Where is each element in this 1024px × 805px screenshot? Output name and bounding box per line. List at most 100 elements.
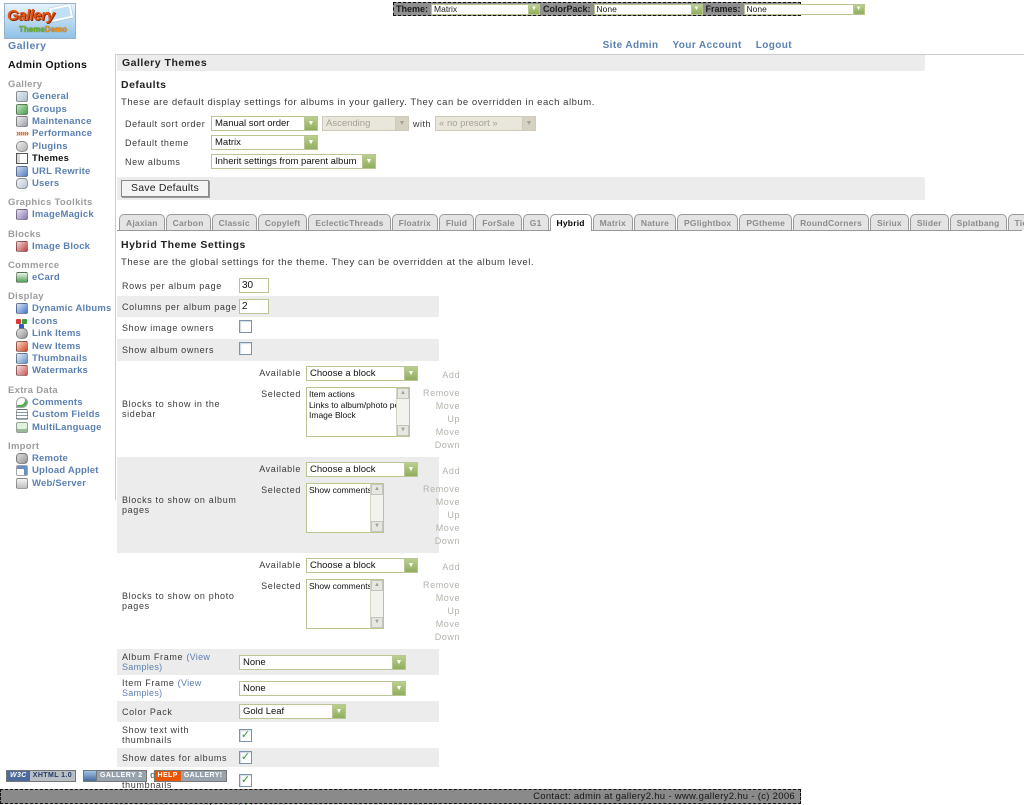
show-dates-for-albums-checkbox[interactable]: ✓ — [239, 751, 252, 764]
listbox-item[interactable]: Links to album/photo peers — [309, 400, 396, 411]
tab-copyleft[interactable]: Copyleft — [258, 214, 308, 230]
chevron-down-icon: ▼ — [404, 463, 417, 476]
scrollbar[interactable]: ▲▼ — [370, 580, 383, 628]
breadcrumb[interactable]: Gallery — [8, 40, 46, 52]
default-sort-order-select[interactable]: Manual sort order▼ — [211, 116, 318, 131]
tab-splatbang[interactable]: Splatbang — [950, 214, 1007, 230]
setting-control: Gold Leaf▼ — [239, 704, 439, 719]
listbox-item[interactable]: Show comments — [309, 581, 370, 592]
your-account-link[interactable]: Your Account — [672, 40, 741, 51]
sidebar-item-watermarks[interactable]: Watermarks — [16, 365, 115, 376]
sidebar-item-icons[interactable]: Icons — [16, 316, 115, 327]
scroll-up-icon[interactable]: ▲ — [371, 580, 383, 591]
tab-tien[interactable]: Tien — [1008, 214, 1024, 230]
tab-siriux[interactable]: Siriux — [870, 214, 909, 230]
tab-hybrid[interactable]: Hybrid — [550, 214, 592, 231]
gallery2-badge[interactable]: GALLERY 2 — [83, 770, 147, 782]
scrollbar[interactable]: ▲▼ — [370, 484, 383, 532]
show-image-owners-checkbox[interactable] — [239, 320, 252, 333]
new-albums-select[interactable]: Inherit settings from parent album▼ — [211, 154, 376, 169]
sidebar-item-url-rewrite[interactable]: URL Rewrite — [16, 165, 115, 176]
colorpack-select-label: ColorPack: — [543, 4, 591, 14]
scroll-down-icon[interactable]: ▼ — [371, 521, 383, 532]
theme-select[interactable]: Matrix ▼ — [431, 4, 540, 15]
web-server-icon — [16, 478, 28, 489]
scroll-down-icon[interactable]: ▼ — [371, 617, 383, 628]
sidebar-item-thumbnails[interactable]: Thumbnails — [16, 353, 115, 364]
choose-a-block-select[interactable]: Choose a block▼ — [306, 462, 418, 477]
selected-blocks-list[interactable]: Item actionsLinks to album/photo peersIm… — [306, 387, 410, 437]
tab-eclecticthreads[interactable]: EclecticThreads — [308, 214, 390, 230]
choose-a-block-select[interactable]: Choose a block▼ — [306, 366, 418, 381]
choose-a-block-select[interactable]: Choose a block▼ — [306, 558, 418, 573]
tab-pglightbox[interactable]: PGlightbox — [677, 214, 738, 230]
sidebar-item-plugins[interactable]: Plugins — [16, 141, 115, 152]
listbox-item[interactable]: Image Block — [309, 410, 396, 421]
sidebar-item-remote[interactable]: Remote — [16, 453, 115, 464]
default-theme-select[interactable]: Matrix▼ — [211, 135, 318, 150]
tab-classic[interactable]: Classic — [212, 214, 257, 230]
sidebar-item-new-items[interactable]: New Items — [16, 340, 115, 351]
custom-fields-icon — [16, 409, 28, 420]
listbox-item[interactable]: Show comments — [309, 485, 370, 496]
save-defaults-button[interactable]: Save Defaults — [121, 180, 209, 197]
scroll-up-icon[interactable]: ▲ — [397, 388, 409, 399]
gallery-logo[interactable]: Gallery ThemeDemo — [4, 3, 76, 39]
sidebar-item-upload-applet[interactable]: Upload Applet — [16, 465, 115, 476]
sidebar-item-comments[interactable]: Comments — [16, 397, 115, 408]
sidebar-item-groups[interactable]: Groups — [16, 103, 115, 114]
tab-g1[interactable]: G1 — [523, 214, 549, 230]
colorpack-select[interactable]: None ▼ — [594, 4, 703, 15]
tab-floatrix[interactable]: Floatrix — [392, 214, 438, 230]
scroll-up-icon[interactable]: ▲ — [371, 484, 383, 495]
tab-fluid[interactable]: Fluid — [439, 214, 474, 230]
sidebar-item-maintenance[interactable]: Maintenance — [16, 116, 115, 127]
frames-select[interactable]: None ▼ — [744, 4, 865, 15]
scrollbar-track[interactable] — [371, 495, 383, 521]
sidebar-item-imagemagick[interactable]: ImageMagick — [16, 209, 115, 220]
tab-roundcorners[interactable]: RoundCorners — [793, 214, 869, 230]
help-gallery-badge[interactable]: HELPGALLERY! — [154, 770, 227, 782]
w3c-xhtml-badge[interactable]: W3CXHTML 1.0 — [6, 770, 76, 782]
sidebar-item-performance[interactable]: »»»Performance — [16, 128, 115, 139]
tab-slider[interactable]: Slider — [910, 214, 949, 230]
selected-blocks-list[interactable]: Show comments▲▼ — [306, 483, 384, 533]
sidebar-item-multilanguage[interactable]: MultiLanguage — [16, 421, 115, 432]
sidebar-item-themes[interactable]: Themes — [16, 153, 115, 164]
logout-link[interactable]: Logout — [756, 40, 792, 51]
sidebar-item-web-server[interactable]: Web/Server — [16, 478, 115, 489]
view-samples-link[interactable]: (View Samples) — [122, 652, 210, 672]
sidebar-item-ecard[interactable]: eCard — [16, 272, 115, 283]
sidebar-item-image-block[interactable]: Image Block — [16, 241, 115, 252]
site-admin-link[interactable]: Site Admin — [603, 40, 659, 51]
color-pack-select[interactable]: Gold Leaf▼ — [239, 704, 346, 719]
selected-blocks-list[interactable]: Show comments▲▼ — [306, 579, 384, 629]
view-samples-link[interactable]: (View Samples) — [122, 678, 202, 698]
tab-ajaxian[interactable]: Ajaxian — [119, 214, 165, 230]
scrollbar-track[interactable] — [397, 399, 409, 425]
item-frame-select[interactable]: None▼ — [239, 681, 406, 696]
show-text-with-thumbnails-checkbox[interactable]: ✓ — [239, 729, 252, 742]
scroll-down-icon[interactable]: ▼ — [397, 425, 409, 436]
sidebar-item-users[interactable]: Users — [16, 178, 115, 189]
setting-row-item-frame: Item Frame (View Samples)None▼ — [117, 675, 439, 701]
scrollbar-track[interactable] — [371, 591, 383, 617]
badge-right-text: GALLERY! — [181, 771, 226, 781]
album-frame-select[interactable]: None▼ — [239, 655, 406, 670]
tab-nature[interactable]: Nature — [634, 214, 676, 230]
tab-matrix[interactable]: Matrix — [593, 214, 633, 230]
sidebar-item-dynamic-albums[interactable]: Dynamic Albums — [16, 303, 115, 314]
show-album-owners-checkbox[interactable] — [239, 342, 252, 355]
scrollbar[interactable]: ▲▼ — [396, 388, 409, 436]
defaults-description: These are default display settings for a… — [121, 97, 925, 108]
rows-per-album-page-input[interactable] — [239, 278, 269, 293]
tab-pgtheme[interactable]: PGtheme — [739, 214, 792, 230]
tab-carbon[interactable]: Carbon — [166, 214, 211, 230]
columns-per-album-page-input[interactable] — [239, 299, 269, 314]
show-dates-with-thumbnails-checkbox[interactable]: ✓ — [239, 774, 252, 787]
listbox-item[interactable]: Item actions — [309, 389, 396, 400]
tab-forsale[interactable]: ForSale — [475, 214, 522, 230]
sidebar-item-custom-fields[interactable]: Custom Fields — [16, 409, 115, 420]
sidebar-item-general[interactable]: General — [16, 91, 115, 102]
sidebar-item-link-items[interactable]: Link Items — [16, 328, 115, 339]
